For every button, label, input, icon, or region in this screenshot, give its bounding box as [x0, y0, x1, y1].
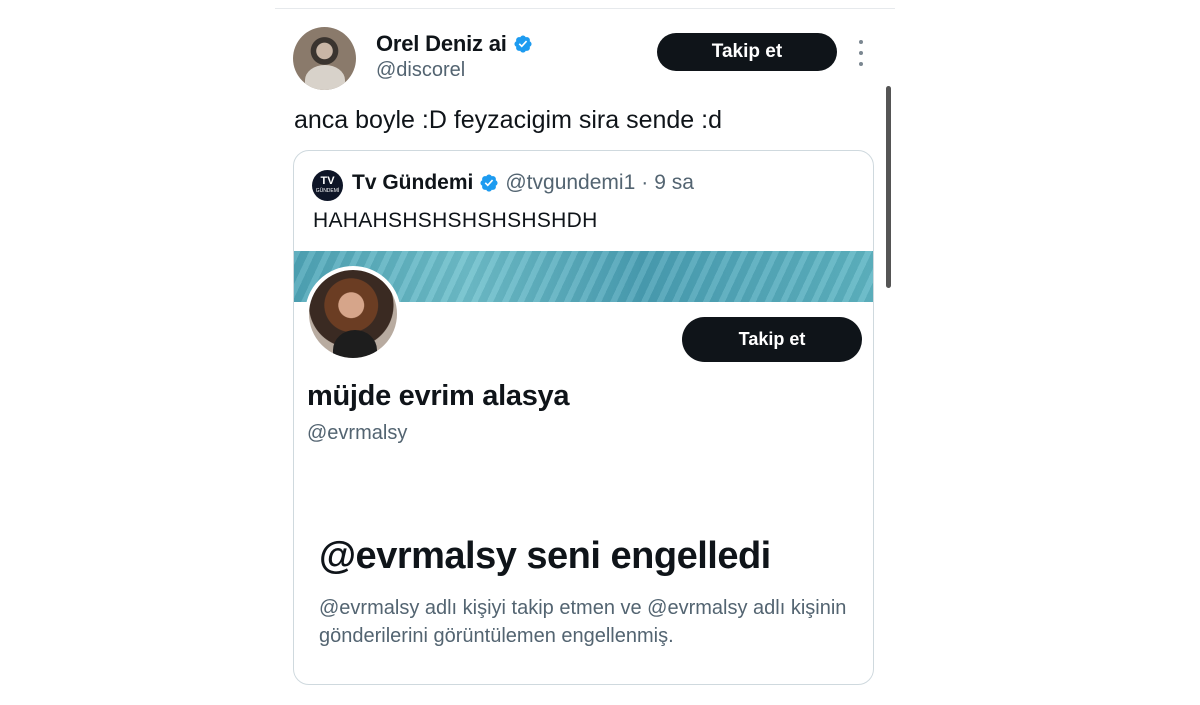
- verified-badge-icon: [480, 174, 498, 192]
- author-display-name[interactable]: Orel Deniz ai: [376, 31, 507, 57]
- follow-button[interactable]: Takip et: [657, 33, 837, 71]
- quoted-avatar-text: TV: [320, 174, 335, 187]
- profile-handle: @evrmalsy: [307, 422, 408, 444]
- blocked-description: @evrmalsy adlı kişiyi takip etmen ve @ev…: [319, 597, 847, 647]
- quoted-tweet-card[interactable]: TV GÜNDEMİ Tv Gündemi @tvgundemi1 · 9 sa…: [293, 150, 874, 685]
- blocked-title: @evrmalsy seni engelledi: [319, 535, 771, 577]
- quoted-text: HAHAHSHSHSHSHSHSHDH: [313, 209, 598, 232]
- quoted-author-avatar[interactable]: TV GÜNDEMİ: [312, 170, 343, 201]
- profile-display-name: müjde evrim alasya: [307, 380, 570, 412]
- profile-follow-button[interactable]: Takip et: [682, 317, 862, 362]
- quoted-avatar-subtext: GÜNDEMİ: [315, 187, 340, 194]
- top-divider: [275, 8, 895, 9]
- quoted-display-name[interactable]: Tv Gündemi: [352, 171, 473, 195]
- author-handle[interactable]: @discorel: [376, 59, 465, 82]
- author-avatar[interactable]: [293, 27, 356, 90]
- profile-avatar[interactable]: [305, 266, 401, 362]
- quoted-handle[interactable]: @tvgundemi1: [505, 171, 635, 195]
- quoted-separator: ·: [641, 171, 649, 194]
- author-name-row: Orel Deniz ai: [376, 31, 533, 57]
- quoted-timestamp[interactable]: 9 sa: [654, 171, 694, 195]
- more-options-icon[interactable]: [855, 40, 867, 66]
- tweet-text: anca boyle :D feyzacigim sira sende :d: [294, 106, 722, 134]
- scrollbar[interactable]: [886, 86, 891, 288]
- quoted-header: Tv Gündemi @tvgundemi1 · 9 sa: [352, 171, 694, 195]
- verified-badge-icon: [514, 35, 532, 53]
